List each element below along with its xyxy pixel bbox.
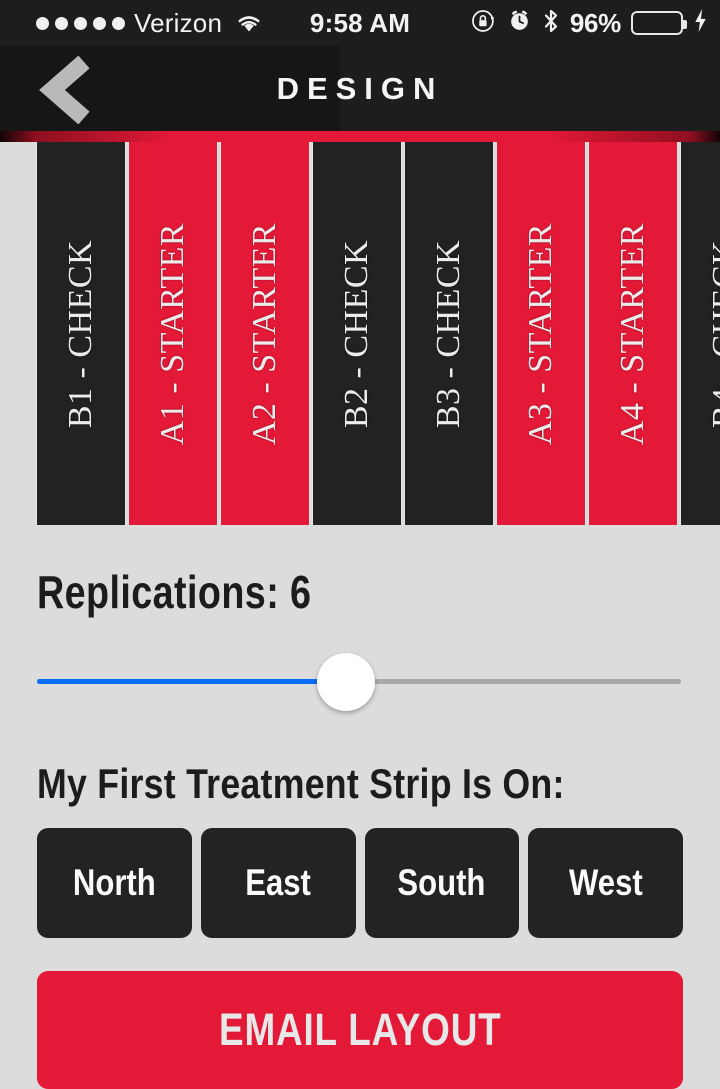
battery-percent-label: 96% (569, 7, 621, 38)
status-bar: Verizon 9:58 AM 96% (0, 0, 720, 46)
direction-button-north-label: North (72, 862, 156, 903)
field-strip[interactable]: B1 - CHECK (37, 142, 125, 525)
first-strip-direction-label: My First Treatment Strip Is On: (37, 760, 565, 807)
direction-button-north[interactable]: North (37, 828, 192, 938)
accent-divider (0, 131, 720, 142)
field-strip[interactable]: A3 - STARTER (497, 142, 585, 525)
slider-thumb[interactable] (317, 653, 375, 711)
page-title: DESIGN (276, 70, 444, 106)
navigation-bar: DESIGN (0, 46, 720, 131)
field-strip[interactable]: B4 - CHECK (681, 142, 720, 525)
direction-button-east-label: East (245, 862, 311, 903)
direction-button-south[interactable]: South (364, 828, 520, 938)
field-strip-label: B1 - CHECK (62, 239, 100, 428)
lightning-bolt-icon (693, 8, 708, 38)
alarm-clock-icon (507, 8, 532, 38)
field-strip-label: B3 - CHECK (430, 239, 468, 428)
replications-label: Replications: 6 (37, 566, 312, 618)
field-strip-label: A1 - STARTER (154, 222, 191, 445)
field-strip[interactable]: B2 - CHECK (313, 142, 401, 525)
email-layout-button[interactable]: EMAIL LAYOUT (37, 971, 683, 1089)
field-strip[interactable]: A1 - STARTER (129, 142, 217, 525)
field-strip-label: B4 - CHECK (706, 239, 720, 428)
direction-button-south-label: South (397, 862, 486, 903)
battery-icon (631, 11, 687, 35)
field-strip[interactable]: A2 - STARTER (221, 142, 309, 525)
rotation-lock-icon (471, 8, 497, 39)
slider-track-fill (37, 679, 346, 684)
field-strip-label: A4 - STARTER (614, 222, 651, 445)
direction-button-group: North East South West (37, 828, 683, 938)
field-strip[interactable]: B3 - CHECK (405, 142, 493, 525)
direction-button-east[interactable]: East (200, 828, 356, 938)
direction-button-west-label: West (568, 862, 643, 903)
field-strip-label: A3 - STARTER (522, 222, 559, 445)
field-layout-strips: B1 - CHECK A1 - STARTER A2 - STARTER B2 - C… (0, 142, 720, 525)
field-strip[interactable]: A4 - STARTER (589, 142, 677, 525)
direction-button-west[interactable]: West (528, 828, 683, 938)
replications-slider[interactable] (37, 653, 681, 711)
field-strip-label: B2 - CHECK (338, 239, 376, 428)
field-strip-label: A2 - STARTER (246, 222, 283, 445)
bluetooth-icon (542, 8, 560, 39)
status-bar-right: 96% (471, 8, 708, 39)
email-layout-button-label: EMAIL LAYOUT (218, 1004, 502, 1055)
